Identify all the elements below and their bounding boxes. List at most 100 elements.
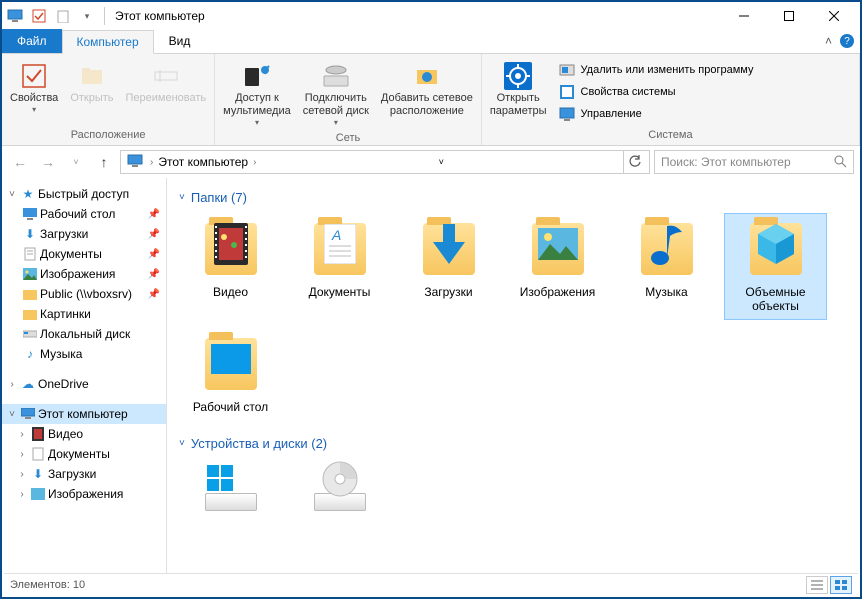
- pin-icon: 📌: [148, 209, 160, 220]
- search-icon: [833, 154, 847, 171]
- new-folder-icon[interactable]: [54, 7, 72, 25]
- maximize-button[interactable]: [766, 2, 811, 30]
- collapse-icon[interactable]: ˅: [6, 189, 18, 200]
- drive-local-disk[interactable]: [179, 459, 282, 511]
- properties-icon[interactable]: [30, 7, 48, 25]
- document-icon: A: [324, 224, 356, 274]
- drive-optical[interactable]: [288, 459, 391, 511]
- pin-icon: 📌: [148, 229, 160, 240]
- media-access-button[interactable]: Доступ к мультимедиа ▾: [219, 58, 295, 130]
- chevron-right-icon[interactable]: ›: [253, 157, 256, 168]
- breadcrumb-this-pc[interactable]: Этот компьютер: [156, 155, 250, 169]
- expand-icon[interactable]: ›: [16, 429, 28, 440]
- pin-icon: 📌: [148, 269, 160, 280]
- uninstall-program-button[interactable]: Удалить или изменить программу: [557, 60, 756, 80]
- large-icons-view-button[interactable]: [830, 576, 852, 594]
- tree-pictures[interactable]: Изображения 📌: [2, 264, 166, 284]
- tree-videos[interactable]: › Видео: [2, 424, 166, 444]
- ribbon-group-location: Свойства ▾ Открыть Переименовать Располо…: [2, 54, 215, 145]
- tab-view[interactable]: Вид: [154, 29, 206, 53]
- open-settings-button[interactable]: Открыть параметры: [486, 58, 551, 120]
- chevron-down-icon[interactable]: ˅: [179, 438, 185, 449]
- cloud-icon: ☁: [20, 376, 36, 392]
- download-icon: [429, 222, 469, 276]
- tab-file[interactable]: Файл: [2, 29, 62, 53]
- content-pane[interactable]: ˅ Папки (7) Видео A Документы: [167, 178, 860, 576]
- forward-button: →: [36, 150, 60, 174]
- star-icon: ★: [20, 186, 36, 202]
- tree-quick-access[interactable]: ˅ ★ Быстрый доступ: [2, 184, 166, 204]
- recent-locations-button[interactable]: ˅: [64, 150, 88, 174]
- svg-text:A: A: [331, 227, 341, 243]
- tree-public-share[interactable]: Public (\\vboxsrv) 📌: [2, 284, 166, 304]
- tab-computer[interactable]: Компьютер: [62, 30, 154, 54]
- download-icon: ⬇: [22, 226, 38, 242]
- tree-documents[interactable]: Документы 📌: [2, 244, 166, 264]
- pin-icon: 📌: [148, 249, 160, 260]
- cube-icon: [756, 222, 796, 276]
- folder-documents[interactable]: A Документы: [288, 213, 391, 320]
- window-controls: [721, 2, 856, 30]
- pc-icon: [6, 7, 24, 25]
- tree-desktop[interactable]: Рабочий стол 📌: [2, 204, 166, 224]
- map-drive-button[interactable]: Подключить сетевой диск ▾: [299, 58, 373, 130]
- navigation-pane[interactable]: ˅ ★ Быстрый доступ Рабочий стол 📌 ⬇ Загр…: [2, 178, 167, 576]
- tree-downloads[interactable]: ⬇ Загрузки 📌: [2, 224, 166, 244]
- folder-pictures[interactable]: Изображения: [506, 213, 609, 320]
- tree-pictures-pc[interactable]: › Изображения: [2, 484, 166, 504]
- ribbon-collapse-icon[interactable]: ˄: [825, 34, 832, 48]
- pin-icon: 📌: [148, 289, 160, 300]
- group-header-devices[interactable]: ˅ Устройства и диски (2): [179, 436, 848, 451]
- back-button[interactable]: ←: [8, 150, 32, 174]
- picture-icon: [22, 266, 38, 282]
- folder-downloads[interactable]: Загрузки: [397, 213, 500, 320]
- tree-onedrive[interactable]: › ☁ OneDrive: [2, 374, 166, 394]
- folder-3d-objects[interactable]: Объемные объекты: [724, 213, 827, 320]
- collapse-icon[interactable]: ˅: [6, 409, 18, 420]
- refresh-button[interactable]: [623, 151, 647, 173]
- item-count: Элементов: 10: [10, 579, 85, 591]
- expand-icon[interactable]: ›: [16, 489, 28, 500]
- tree-documents-pc[interactable]: › Документы: [2, 444, 166, 464]
- properties-button[interactable]: Свойства ▾: [6, 58, 62, 117]
- expand-icon[interactable]: ›: [16, 469, 28, 480]
- uninstall-icon: [559, 62, 575, 78]
- address-dropdown-button[interactable]: ˅: [429, 151, 453, 173]
- ribbon-tabs: Файл Компьютер Вид ˄ ?: [2, 30, 860, 54]
- ribbon: Свойства ▾ Открыть Переименовать Располо…: [2, 54, 860, 146]
- close-button[interactable]: [811, 2, 856, 30]
- add-network-location-button[interactable]: Добавить сетевое расположение: [377, 58, 477, 120]
- network-location-icon: [411, 60, 443, 92]
- address-bar[interactable]: › Этот компьютер › ˅: [120, 150, 650, 174]
- chevron-right-icon[interactable]: ›: [150, 157, 153, 168]
- folder-music[interactable]: Музыка: [615, 213, 718, 320]
- qat-dropdown-icon[interactable]: ▾: [78, 7, 96, 25]
- tree-downloads-pc[interactable]: › ⬇ Загрузки: [2, 464, 166, 484]
- download-icon: ⬇: [30, 466, 46, 482]
- tree-music[interactable]: ♪ Музыка: [2, 344, 166, 364]
- network-folder-icon: [22, 286, 38, 302]
- picture-icon: [30, 486, 46, 502]
- system-properties-button[interactable]: Свойства системы: [557, 82, 756, 102]
- help-icon[interactable]: ?: [840, 34, 854, 48]
- desktop-icon: [211, 343, 251, 384]
- tree-local-disk[interactable]: Локальный диск: [2, 324, 166, 344]
- tree-pics-folder[interactable]: Картинки: [2, 304, 166, 324]
- title-bar: ▾ Этот компьютер: [2, 2, 860, 30]
- minimize-button[interactable]: [721, 2, 766, 30]
- tree-this-pc[interactable]: ˅ Этот компьютер: [2, 404, 166, 424]
- music-icon: [650, 222, 684, 276]
- computer-management-button[interactable]: Управление: [557, 104, 756, 124]
- expand-icon[interactable]: ›: [6, 379, 18, 390]
- expand-icon[interactable]: ›: [16, 449, 28, 460]
- folder-desktop[interactable]: Рабочий стол: [179, 328, 282, 420]
- manage-icon: [559, 106, 575, 122]
- up-button[interactable]: ↑: [92, 150, 116, 174]
- chevron-down-icon[interactable]: ˅: [179, 192, 185, 203]
- video-icon: [30, 426, 46, 442]
- folder-videos[interactable]: Видео: [179, 213, 282, 320]
- details-view-button[interactable]: [806, 576, 828, 594]
- search-input[interactable]: Поиск: Этот компьютер: [654, 150, 854, 174]
- group-header-folders[interactable]: ˅ Папки (7): [179, 190, 848, 205]
- ribbon-group-network: Доступ к мультимедиа ▾ Подключить сетево…: [215, 54, 482, 145]
